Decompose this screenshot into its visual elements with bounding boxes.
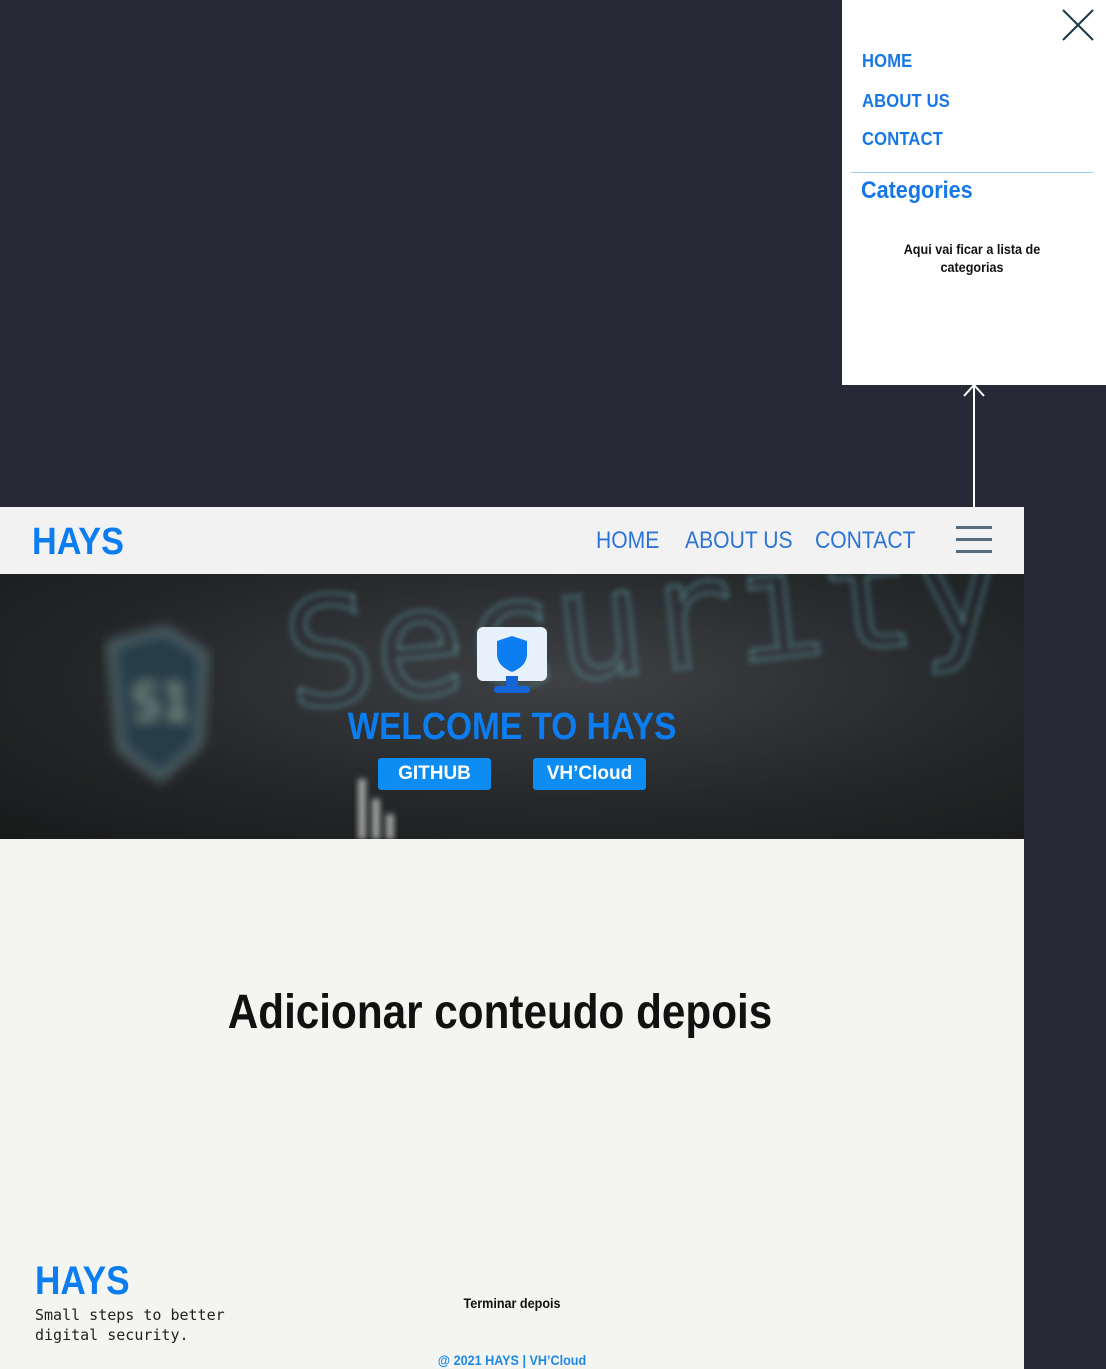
nav-logo[interactable]: HAYS — [32, 521, 124, 564]
arrow-up-icon — [963, 383, 985, 508]
monitor-shield-icon — [477, 627, 547, 693]
content-heading: Adicionar conteudo depois — [227, 986, 773, 1039]
footer-note: Terminar depois — [463, 1295, 561, 1311]
hero-banner: S1 Security WELCOME TO HAYS GITHUB VH’Cl… — [0, 574, 1024, 839]
side-menu-item-about-us[interactable]: ABOUT US — [862, 91, 950, 112]
navbar: HAYS HOME ABOUT US CONTACT — [0, 507, 1024, 574]
github-button[interactable]: GITHUB — [378, 758, 491, 790]
hamburger-icon[interactable] — [956, 526, 992, 554]
nav-item-about-us[interactable]: ABOUT US — [685, 527, 793, 555]
side-menu-item-home[interactable]: HOME — [862, 51, 912, 72]
vh-cloud-button[interactable]: VH’Cloud — [533, 758, 646, 790]
categories-note: Aqui vai ficar a lista de categorias — [903, 241, 1041, 275]
close-icon[interactable] — [1060, 7, 1096, 43]
categories-title: Categories — [861, 177, 973, 204]
main-page: HAYS HOME ABOUT US CONTACT S1 Security W… — [0, 507, 1024, 1369]
footer-copyright: @ 2021 HAYS | VH’Cloud — [437, 1352, 587, 1368]
side-menu-divider — [851, 172, 1093, 173]
footer-tagline: Small steps to better digital security. — [35, 1306, 225, 1344]
nav-item-home[interactable]: HOME — [596, 527, 659, 555]
side-menu-item-contact[interactable]: CONTACT — [862, 129, 943, 150]
hero-title: WELCOME TO HAYS — [347, 706, 677, 748]
footer-logo: HAYS — [35, 1259, 130, 1303]
nav-item-contact[interactable]: CONTACT — [815, 527, 916, 555]
